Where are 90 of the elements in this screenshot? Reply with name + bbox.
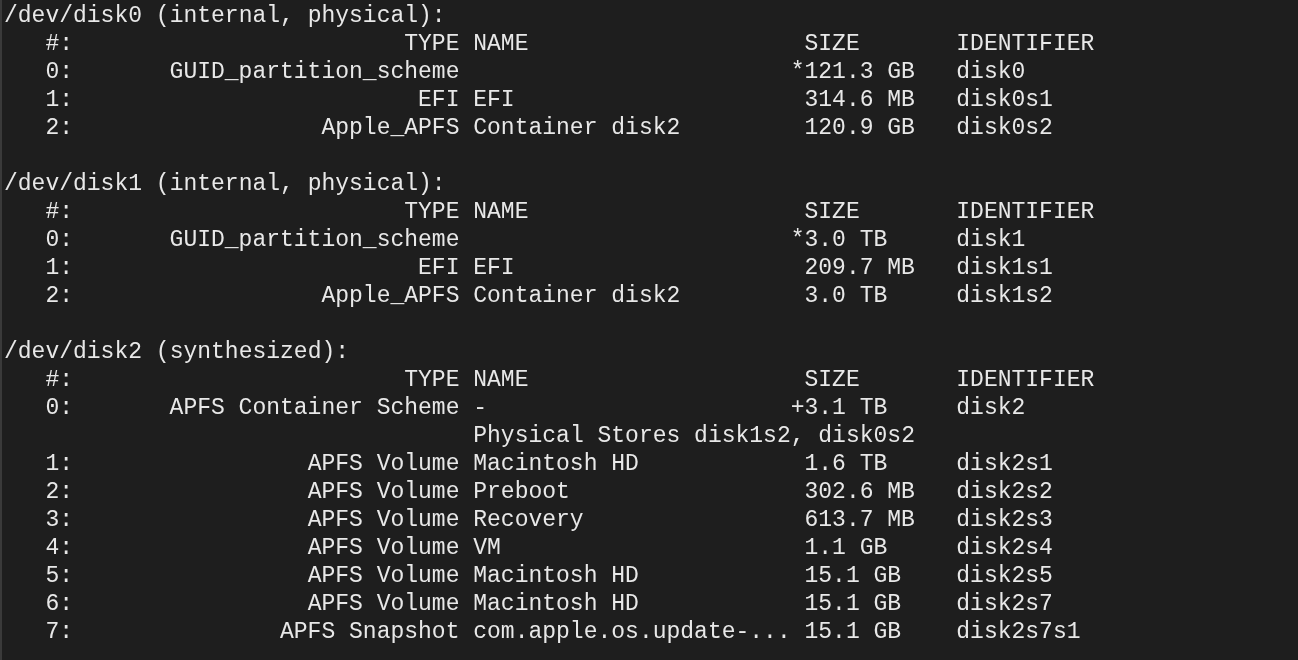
table-cell: 0: xyxy=(45,59,73,85)
table-cell: 2: xyxy=(45,115,73,141)
table-cell: TYPE xyxy=(404,199,460,225)
table-cell: 3.1 TB xyxy=(804,395,888,421)
table-cell: + xyxy=(790,395,805,421)
table-cell: 15.1 GB xyxy=(804,563,902,589)
table-cell: EFI xyxy=(473,87,515,113)
table-cell: APFS Volume xyxy=(307,451,460,477)
table-cell: Container disk2 xyxy=(473,283,681,309)
table-cell: EFI xyxy=(473,255,515,281)
table-cell: 1: xyxy=(45,87,73,113)
disk-title: /dev/disk1 (internal, physical): xyxy=(4,170,446,198)
table-cell: 120.9 GB xyxy=(804,115,915,141)
table-cell: Recovery xyxy=(473,507,584,533)
table-cell: Apple_APFS xyxy=(321,115,460,141)
table-cell: 15.1 GB xyxy=(804,619,902,645)
table-cell: 209.7 MB xyxy=(804,255,915,281)
table-cell: 3.0 TB xyxy=(804,283,888,309)
table-cell: 5: xyxy=(45,563,73,589)
table-cell: disk1 xyxy=(956,227,1026,253)
table-cell: 0: xyxy=(45,395,73,421)
table-cell: 1.1 GB xyxy=(804,535,888,561)
table-cell: 6: xyxy=(45,591,73,617)
table-cell: NAME xyxy=(473,367,529,393)
table-cell: GUID_partition_scheme xyxy=(169,227,460,253)
table-cell: 3.0 TB xyxy=(804,227,888,253)
table-cell: 121.3 GB xyxy=(804,59,915,85)
table-cell: 1.6 TB xyxy=(804,451,888,477)
table-cell: IDENTIFIER xyxy=(956,367,1095,393)
table-cell: com.apple.os.update-... xyxy=(473,619,791,645)
table-cell: 0: xyxy=(45,227,73,253)
table-cell: disk2 xyxy=(956,395,1026,421)
table-cell: 15.1 GB xyxy=(804,591,902,617)
table-cell: APFS Snapshot xyxy=(280,619,460,645)
table-cell: TYPE xyxy=(404,31,460,57)
table-cell: * xyxy=(790,227,805,253)
table-cell: 4: xyxy=(45,535,73,561)
table-cell: disk2s7s1 xyxy=(956,619,1081,645)
table-cell: disk2s5 xyxy=(956,563,1053,589)
table-cell: APFS Container Scheme xyxy=(169,395,460,421)
disk-title: /dev/disk0 (internal, physical): xyxy=(4,2,446,30)
table-cell: APFS Volume xyxy=(307,591,460,617)
table-cell: IDENTIFIER xyxy=(956,31,1095,57)
disk-title: /dev/disk2 (synthesized): xyxy=(4,338,350,366)
table-cell: IDENTIFIER xyxy=(956,199,1095,225)
table-cell: disk0s2 xyxy=(956,115,1053,141)
table-cell: Container disk2 xyxy=(473,115,681,141)
table-cell: GUID_partition_scheme xyxy=(169,59,460,85)
table-cell: disk2s3 xyxy=(956,507,1053,533)
table-cell: 613.7 MB xyxy=(804,507,915,533)
table-cell: #: xyxy=(45,31,73,57)
table-cell: NAME xyxy=(473,199,529,225)
table-cell: Apple_APFS xyxy=(321,283,460,309)
table-cell: APFS Volume xyxy=(307,563,460,589)
table-cell: NAME xyxy=(473,31,529,57)
table-cell: 2: xyxy=(45,479,73,505)
table-cell: SIZE xyxy=(804,31,860,57)
table-cell: 302.6 MB xyxy=(804,479,915,505)
table-cell: disk1s1 xyxy=(956,255,1053,281)
table-cell: SIZE xyxy=(804,199,860,225)
table-cell: 1: xyxy=(45,255,73,281)
table-cell: Macintosh HD xyxy=(473,451,639,477)
table-cell: 3: xyxy=(45,507,73,533)
table-cell: 2: xyxy=(45,283,73,309)
table-cell: APFS Volume xyxy=(307,507,460,533)
table-cell: Preboot xyxy=(473,479,570,505)
table-cell: #: xyxy=(45,199,73,225)
table-cell: TYPE xyxy=(404,367,460,393)
table-cell: SIZE xyxy=(804,367,860,393)
table-cell: Physical Stores disk1s2, disk0s2 xyxy=(473,422,915,450)
table-cell: EFI xyxy=(418,87,460,113)
table-cell: EFI xyxy=(418,255,460,281)
table-cell: disk0s1 xyxy=(956,87,1053,113)
table-cell: #: xyxy=(45,367,73,393)
table-cell: 1: xyxy=(45,451,73,477)
table-cell: disk2s7 xyxy=(956,591,1053,617)
table-cell: VM xyxy=(473,535,501,561)
table-cell: disk2s4 xyxy=(956,535,1053,561)
table-cell: APFS Volume xyxy=(307,535,460,561)
table-cell: 7: xyxy=(45,619,73,645)
table-cell: 314.6 MB xyxy=(804,87,915,113)
table-cell: Macintosh HD xyxy=(473,563,639,589)
table-cell: - xyxy=(473,395,488,421)
table-cell: disk2s1 xyxy=(956,451,1053,477)
table-cell: disk2s2 xyxy=(956,479,1053,505)
table-cell: * xyxy=(790,59,805,85)
table-cell: Macintosh HD xyxy=(473,591,639,617)
table-cell: APFS Volume xyxy=(307,479,460,505)
table-cell: disk1s2 xyxy=(956,283,1053,309)
table-cell: disk0 xyxy=(956,59,1026,85)
